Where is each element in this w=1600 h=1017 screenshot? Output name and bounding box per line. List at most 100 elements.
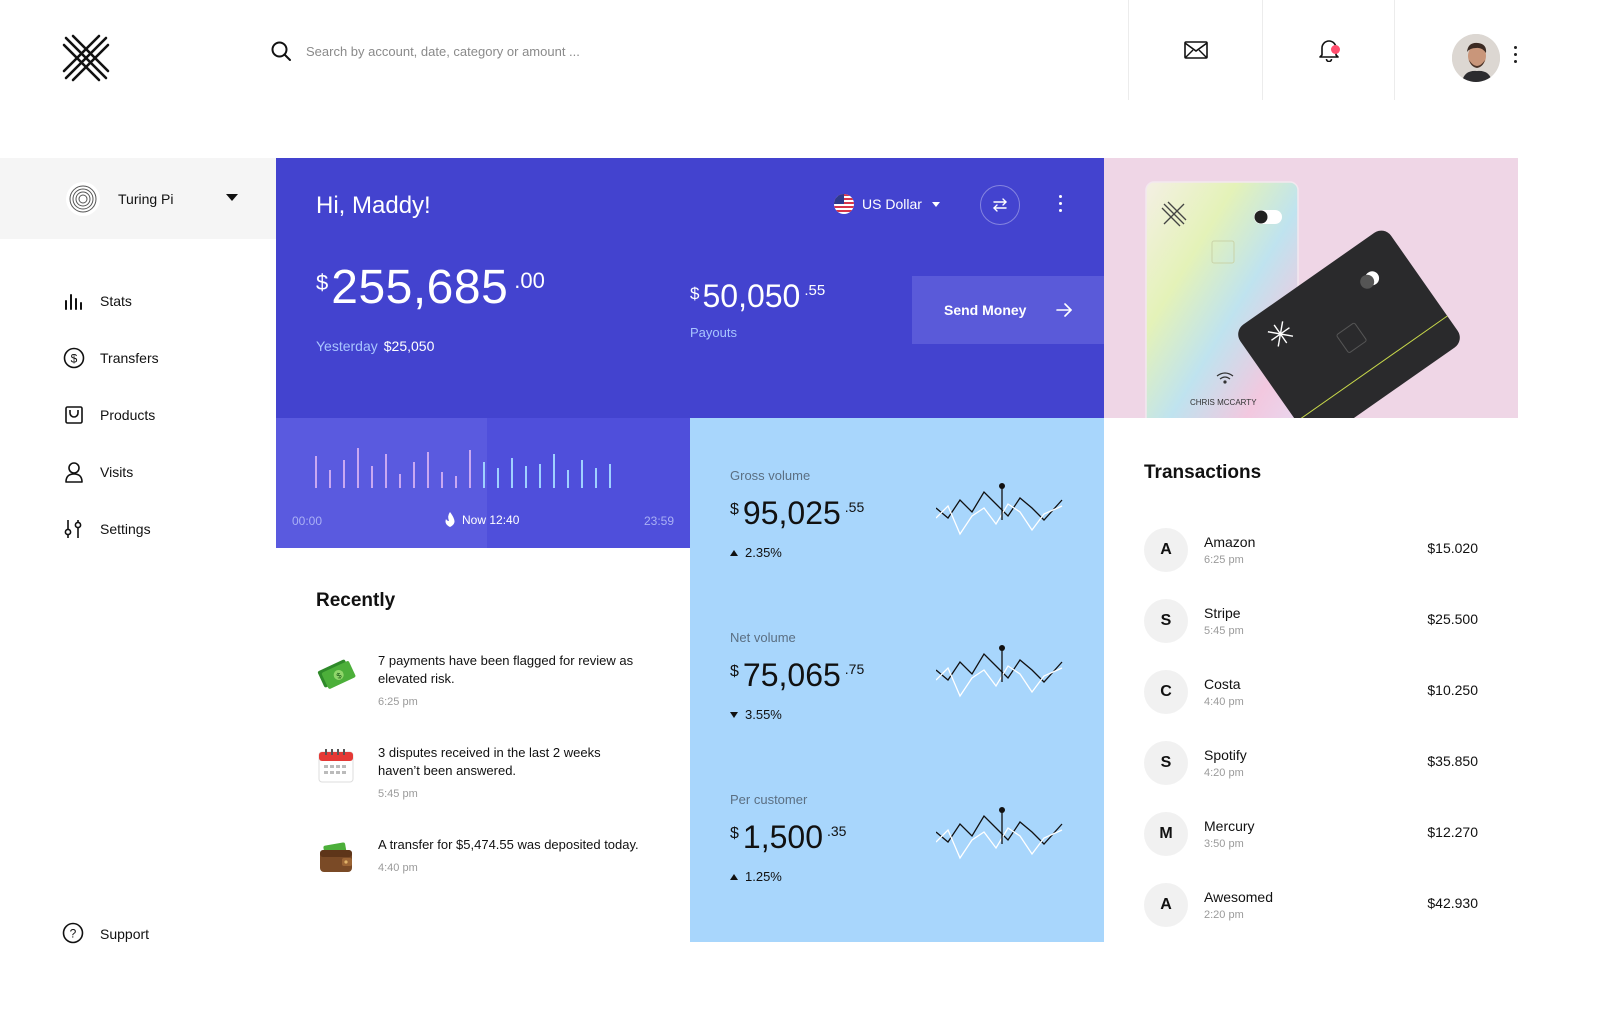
transaction-amount: $12.270: [1427, 824, 1478, 840]
yesterday-value: $25,050: [383, 338, 435, 354]
sidebar-item-label: Settings: [100, 520, 151, 537]
transactions-title: Transactions: [1144, 462, 1262, 483]
send-money-button[interactable]: Send Money: [912, 276, 1104, 344]
metric-currency: $: [730, 501, 739, 518]
merchant-name: Costa: [1204, 675, 1241, 692]
metric-change: 3.55%: [730, 707, 1070, 722]
balance-menu-icon[interactable]: [1059, 195, 1062, 212]
merchant-name: Spotify: [1204, 746, 1247, 763]
sidebar-item-label: Transfers: [100, 349, 159, 366]
transaction-amount: $25.500: [1427, 611, 1478, 627]
transaction-time: 5:45 pm: [1204, 624, 1244, 637]
transaction-time: 4:40 pm: [1204, 695, 1244, 708]
trend-up-icon: [730, 549, 738, 556]
recent-time: 5:45 pm: [378, 788, 418, 800]
org-name: Turing Pi: [118, 190, 174, 207]
merchant-avatar: S: [1144, 740, 1188, 785]
payouts-whole: 50,050: [702, 278, 801, 314]
yesterday-change: Yesterday $25,050: [316, 338, 434, 354]
balance-amount: $ 255,685 .00: [316, 264, 545, 312]
flame-icon: [445, 512, 455, 527]
metric-whole: 75,065: [742, 657, 841, 693]
us-flag-icon: [834, 194, 854, 214]
list-item[interactable]: 3 disputes received in the last 2 weeks …: [316, 744, 646, 836]
send-money-label: Send Money: [944, 302, 1027, 318]
transaction-time: 3:50 pm: [1204, 837, 1244, 850]
metric-currency: $: [730, 825, 739, 842]
sidebar-item-label: Products: [100, 406, 156, 423]
sidebar-item-products[interactable]: Products: [62, 386, 159, 443]
table-row[interactable]: A Amazon 6:25 pm $15.020: [1144, 514, 1478, 585]
app-logo[interactable]: [60, 32, 112, 84]
transaction-time: 4:20 pm: [1204, 766, 1244, 779]
metric-change-value: 3.55%: [745, 707, 782, 722]
card-illustration: CHRIS MCCARTY: [1104, 158, 1518, 418]
sidebar-item-transfers[interactable]: $ Transfers: [62, 329, 159, 386]
payouts-amount: $ 50,050 .55: [690, 280, 825, 312]
list-item[interactable]: $ 7 payments have been flagged for revie…: [316, 652, 646, 744]
transaction-time: 2:20 pm: [1204, 908, 1244, 921]
payouts-decimal: .55: [804, 282, 826, 299]
balance-whole: 255,685: [331, 261, 509, 314]
table-row[interactable]: M Mercury 3:50 pm $12.270: [1144, 798, 1478, 869]
search-input[interactable]: [306, 43, 726, 59]
metric-decimal: .55: [844, 499, 865, 515]
table-row[interactable]: C Costa 4:40 pm $10.250: [1144, 656, 1478, 727]
metric-currency: $: [730, 663, 739, 680]
merchant-name: Mercury: [1204, 817, 1255, 834]
yesterday-label: Yesterday: [316, 338, 378, 354]
metric-per-customer: Per customer $ 1,500 .35 1.25%: [730, 792, 1070, 884]
recently-title: Recently: [316, 590, 396, 611]
sliders-icon: [62, 517, 86, 541]
timeline-start: 00:00: [292, 514, 323, 528]
recent-time: 6:25 pm: [378, 696, 418, 708]
arrow-right-icon: [1056, 303, 1072, 317]
list-item[interactable]: A transfer for $5,474.55 was deposited t…: [316, 836, 646, 928]
timeline-bars: [315, 448, 611, 488]
recently-list: $ 7 payments have been flagged for revie…: [316, 652, 646, 928]
sidebar-nav: Stats $ Transfers Products Visits Settin…: [62, 272, 159, 557]
metric-change-value: 1.25%: [745, 869, 782, 884]
organization-switcher[interactable]: Turing Pi: [0, 158, 276, 239]
merchant-name: Awesomed: [1204, 888, 1274, 905]
table-row[interactable]: S Spotify 4:20 pm $35.850: [1144, 727, 1478, 798]
table-row[interactable]: S Stripe 5:45 pm $25.500: [1144, 585, 1478, 656]
trend-up-icon: [730, 873, 738, 880]
support-link[interactable]: ? Support: [62, 922, 149, 946]
transaction-amount: $35.850: [1427, 753, 1478, 769]
help-icon: ?: [62, 922, 86, 946]
recent-text: 3 disputes received in the last 2 weeks …: [378, 745, 601, 778]
transaction-amount: $42.930: [1427, 895, 1478, 911]
search-icon: [271, 41, 291, 61]
currency-selector[interactable]: US Dollar: [834, 194, 940, 214]
table-row[interactable]: A Awesomed 2:20 pm $42.930: [1144, 869, 1478, 940]
sidebar-item-settings[interactable]: Settings: [62, 500, 159, 557]
sparkline: [936, 483, 1063, 536]
cardholder-name: CHRIS MCCARTY: [1190, 398, 1257, 407]
balance-currency: $: [316, 270, 329, 295]
activity-timeline: 00:00 Now 12:40 23:59: [276, 418, 690, 548]
svg-text:?: ?: [70, 927, 77, 941]
caret-down-icon: [226, 194, 238, 201]
transaction-amount: $15.020: [1427, 540, 1478, 556]
metric-whole: 1,500: [742, 819, 823, 855]
metric-change: 1.25%: [730, 869, 1070, 884]
transaction-time: 6:25 pm: [1204, 553, 1244, 566]
bar-chart-icon: [62, 289, 86, 313]
swap-currency-button[interactable]: [980, 185, 1020, 225]
merchant-avatar: M: [1144, 811, 1188, 856]
currency-label: US Dollar: [862, 196, 922, 212]
user-icon: [62, 460, 86, 484]
sidebar-item-label: Visits: [100, 463, 134, 480]
avatar[interactable]: [1452, 34, 1500, 82]
notifications-button[interactable]: [1262, 0, 1395, 100]
profile-menu-icon[interactable]: [1514, 46, 1517, 63]
sidebar-item-visits[interactable]: Visits: [62, 443, 159, 500]
sidebar-item-stats[interactable]: Stats: [62, 272, 159, 329]
messages-button[interactable]: [1128, 0, 1262, 100]
swap-icon: [993, 198, 1007, 212]
metric-decimal: .75: [844, 661, 865, 677]
mail-icon: [1183, 41, 1208, 59]
dollar-circle-icon: $: [62, 346, 86, 370]
caret-down-icon: [931, 201, 940, 207]
